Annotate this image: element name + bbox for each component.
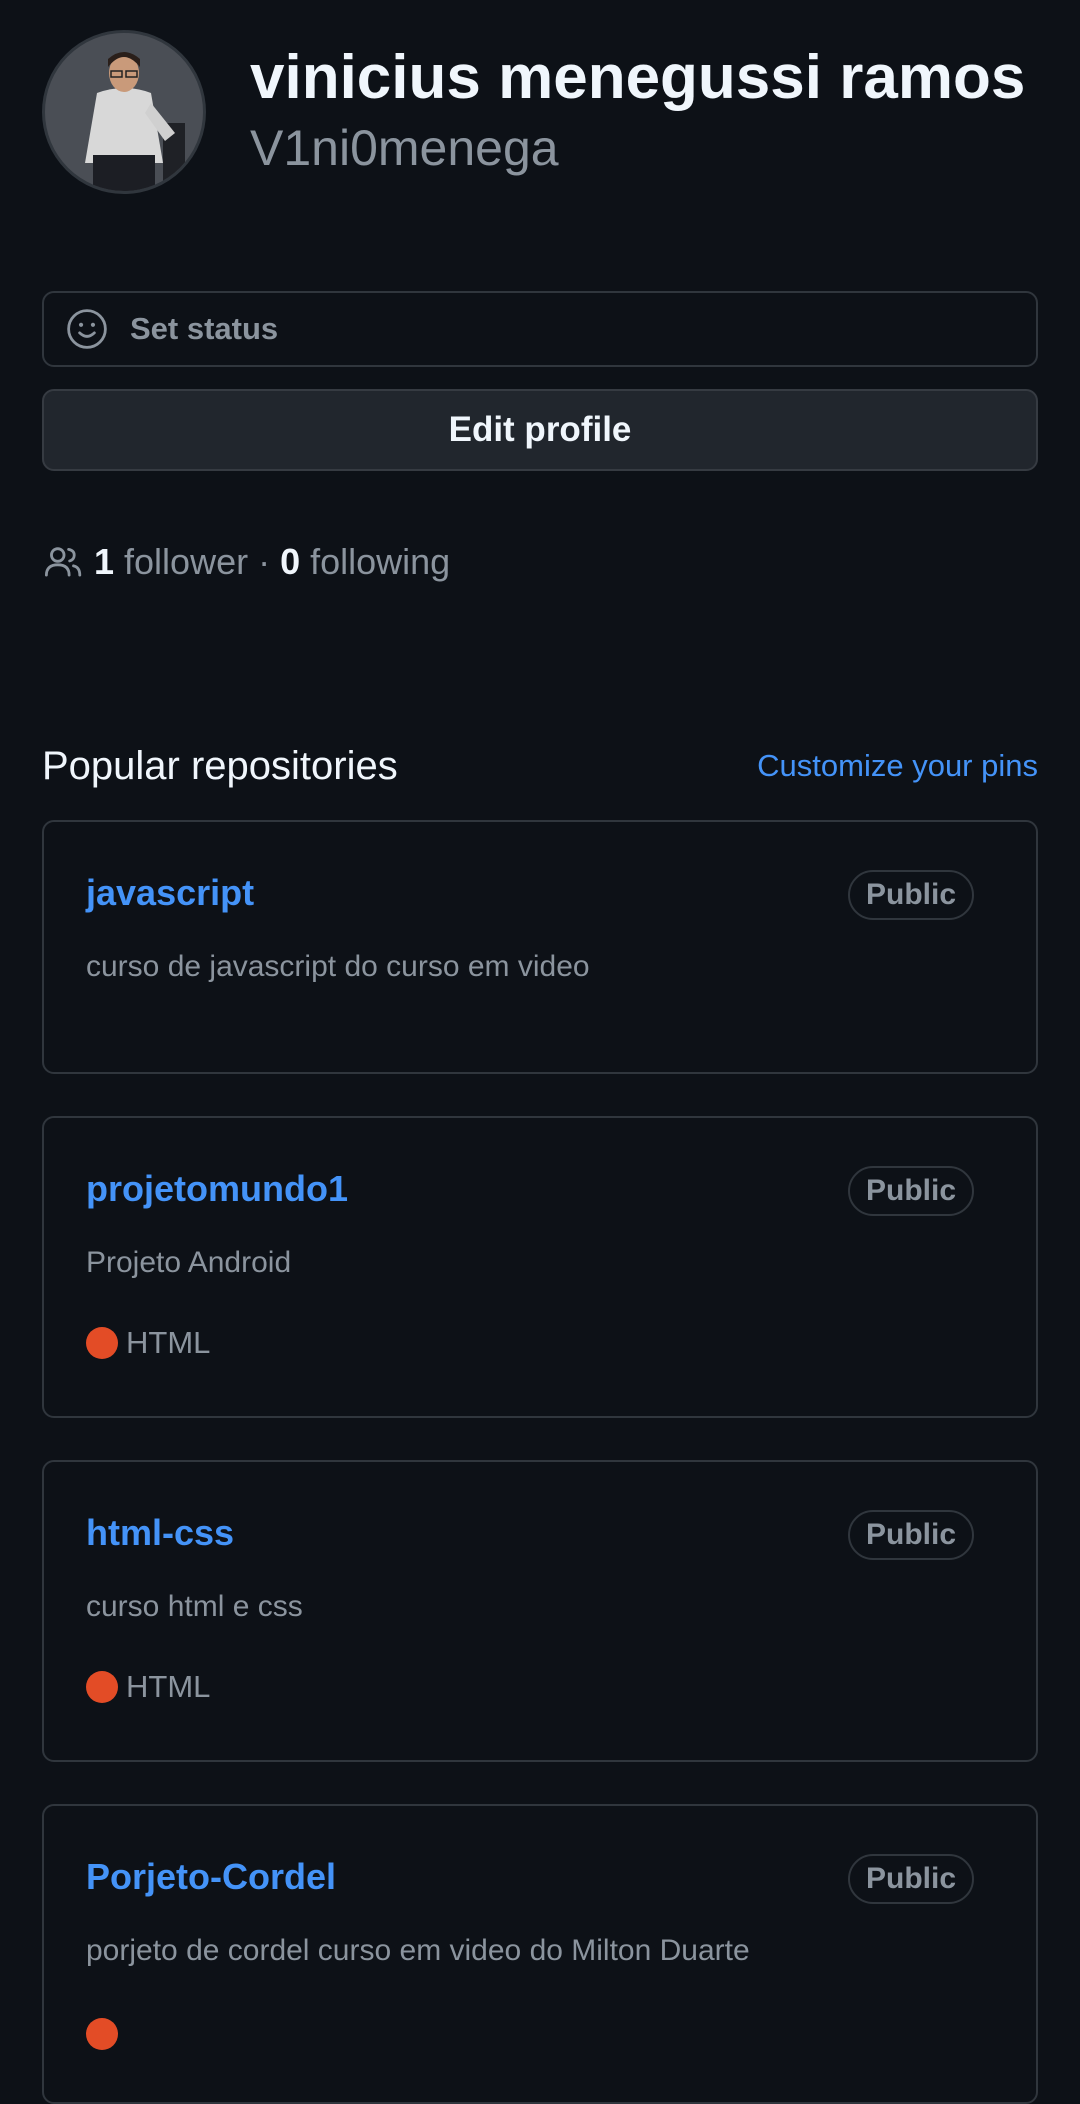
- smiley-icon: [67, 309, 107, 349]
- language-color-dot: [86, 1671, 118, 1703]
- repo-card-javascript: javascript Public curso de javascript do…: [42, 820, 1038, 1074]
- visibility-badge: Public: [847, 1854, 974, 1904]
- visibility-badge: Public: [847, 1510, 974, 1560]
- visibility-badge: Public: [847, 870, 974, 920]
- repo-card-porjeto-cordel: Porjeto-Cordel Public porjeto de cordel …: [42, 1804, 1038, 2104]
- customize-pins-link[interactable]: Customize your pins: [757, 748, 1038, 784]
- profile-names: vinicius menegussi ramos V1ni0menega: [250, 42, 1025, 178]
- following-count[interactable]: 0: [280, 541, 300, 583]
- repo-description: porjeto de cordel curso em video do Milt…: [86, 1934, 750, 1967]
- profile-header: vinicius menegussi ramos V1ni0menega: [42, 30, 1038, 200]
- language-name: HTML: [126, 1325, 211, 1360]
- repo-language: HTML: [86, 1669, 210, 1705]
- repo-language: HTML: [86, 1325, 210, 1361]
- popular-repositories-title: Popular repositories: [42, 744, 398, 788]
- profile-login: V1ni0menega: [250, 120, 559, 176]
- language-name: HTML: [126, 1669, 211, 1704]
- repo-description: curso de javascript do curso em video: [86, 950, 590, 983]
- followers-count[interactable]: 1: [94, 541, 114, 583]
- repo-description: Projeto Android: [86, 1246, 292, 1279]
- repo-name-link[interactable]: projetomundo1: [86, 1168, 348, 1210]
- popular-repositories-header: Popular repositories Customize your pins: [42, 738, 1038, 798]
- language-color-dot: [86, 1327, 118, 1359]
- repo-name-link[interactable]: javascript: [86, 872, 254, 914]
- profile-full-name: vinicius menegussi ramos: [250, 43, 1026, 112]
- people-icon: [44, 547, 82, 577]
- repo-name-link[interactable]: Porjeto-Cordel: [86, 1856, 336, 1898]
- repo-card-projetomundo1: projetomundo1 Public Projeto Android HTM…: [42, 1116, 1038, 1418]
- visibility-badge: Public: [847, 1166, 974, 1216]
- followers-label[interactable]: follower ·: [114, 541, 280, 583]
- repo-name-link[interactable]: html-css: [86, 1512, 234, 1554]
- following-label[interactable]: following: [300, 541, 450, 583]
- repo-card-html-css: html-css Public curso html e css HTML: [42, 1460, 1038, 1762]
- follow-stats: 1 follower · 0 following: [42, 534, 450, 590]
- repo-language: [86, 2018, 126, 2050]
- edit-profile-button[interactable]: Edit profile: [42, 389, 1038, 471]
- language-color-dot: [86, 2018, 118, 2050]
- set-status-label: Set status: [130, 311, 279, 346]
- repo-description: curso html e css: [86, 1590, 303, 1623]
- avatar[interactable]: [42, 30, 206, 194]
- set-status-button[interactable]: Set status: [42, 291, 1038, 367]
